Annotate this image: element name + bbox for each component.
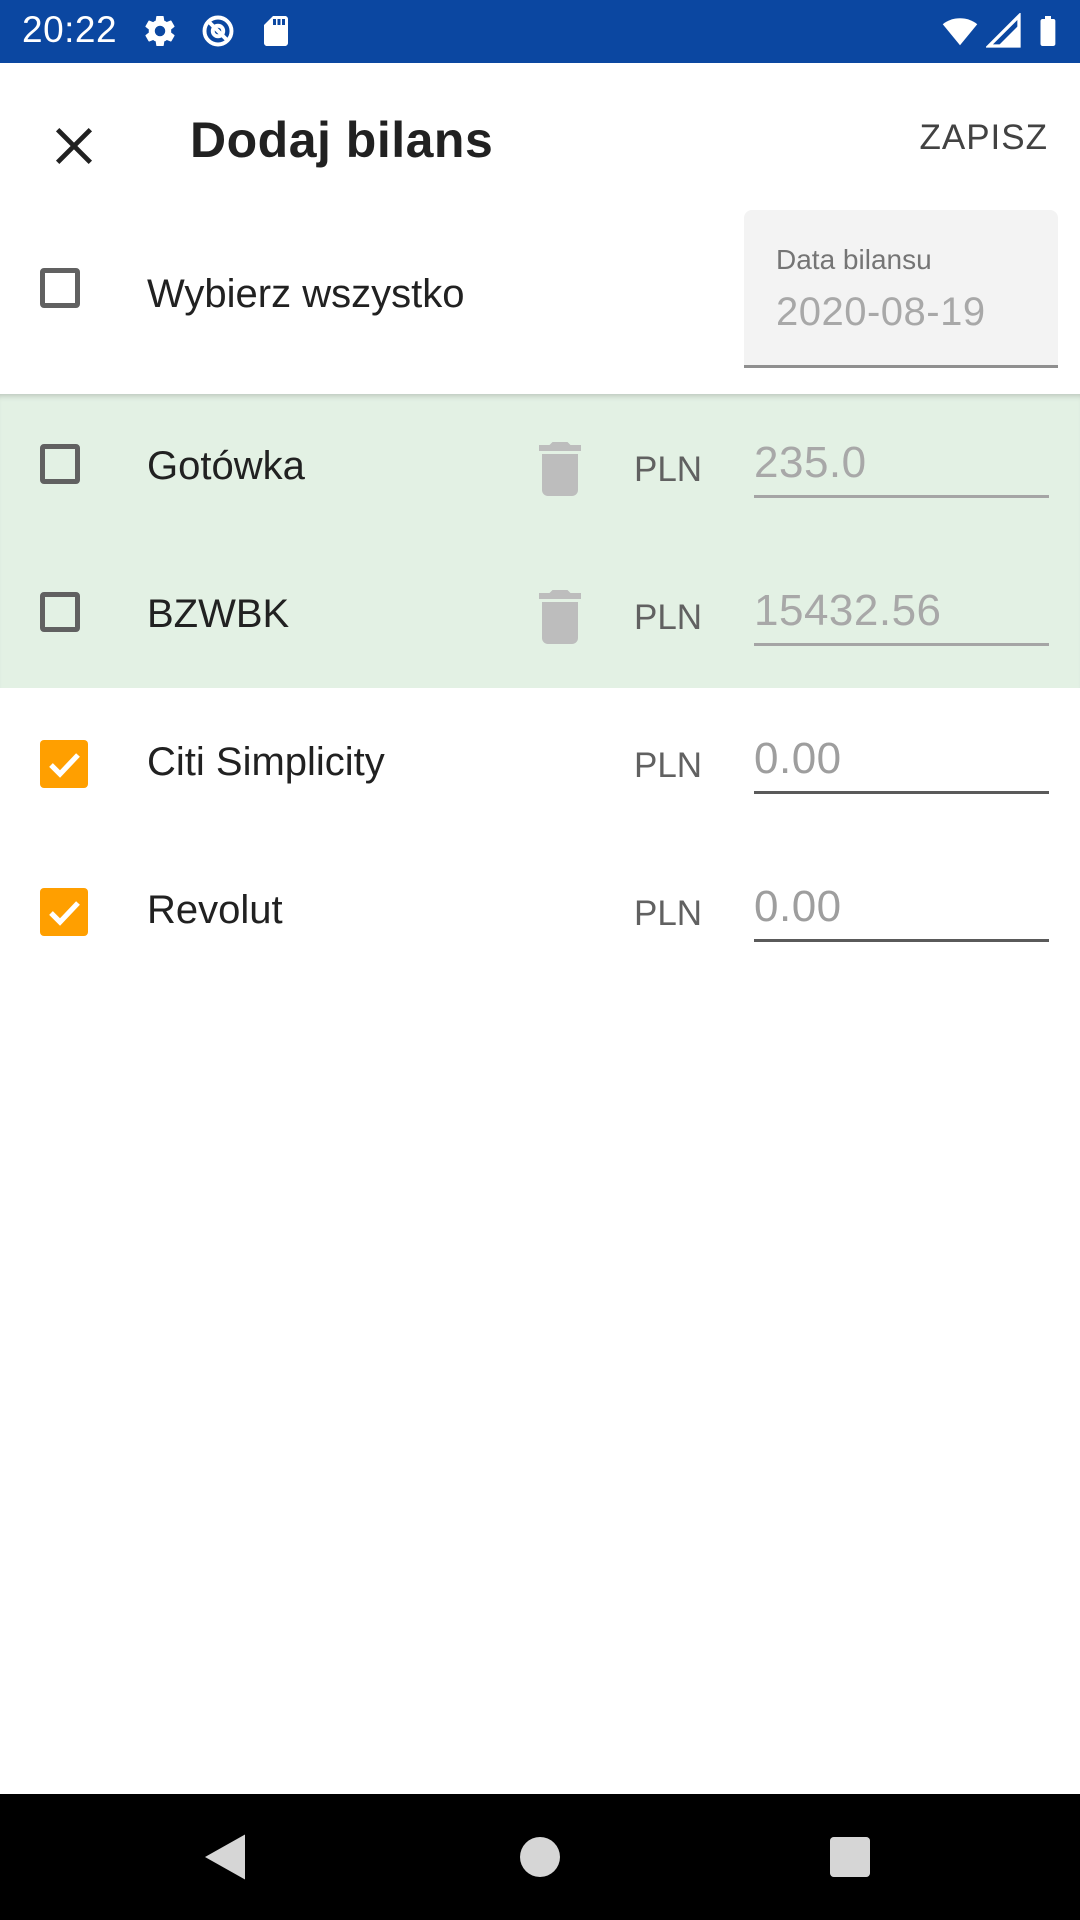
account-amount-value: 0.00 xyxy=(754,882,842,931)
recents-icon[interactable] xyxy=(820,1827,880,1887)
checkmark-icon xyxy=(49,753,80,778)
battery-icon xyxy=(1040,16,1056,46)
account-amount-value: 235.0 xyxy=(754,438,867,487)
account-currency: PLN xyxy=(634,598,703,637)
account-amount-field[interactable]: 15432.56 xyxy=(754,582,1049,646)
balance-date-field[interactable]: Data bilansu 2020-08-19 xyxy=(744,210,1058,368)
select-all-label: Wybierz wszystko xyxy=(147,272,465,316)
account-amount-value: 15432.56 xyxy=(754,586,942,635)
trash-icon[interactable] xyxy=(538,442,582,496)
back-icon[interactable] xyxy=(195,1827,255,1887)
select-all-row: Wybierz wszystko Data bilansu 2020-08-19 xyxy=(0,210,1080,394)
account-checkbox[interactable] xyxy=(40,592,80,632)
account-checkbox[interactable] xyxy=(40,740,88,788)
account-row: Gotówka PLN 235.0 xyxy=(0,394,1080,542)
account-amount-field[interactable]: 235.0 xyxy=(754,434,1049,498)
account-amount-field[interactable]: 0.00 xyxy=(754,878,1049,942)
wifi-icon xyxy=(942,18,978,46)
status-time: 20:22 xyxy=(22,9,118,50)
balance-date-label: Data bilansu xyxy=(776,244,932,275)
balance-date-value: 2020-08-19 xyxy=(776,290,986,334)
account-row: BZWBK PLN 15432.56 xyxy=(0,542,1080,690)
account-name: BZWBK xyxy=(147,592,290,636)
checkmark-icon xyxy=(49,901,80,926)
close-icon xyxy=(55,127,93,165)
account-currency: PLN xyxy=(634,450,703,489)
account-checkbox[interactable] xyxy=(40,888,88,936)
account-name: Revolut xyxy=(147,888,283,932)
gear-icon xyxy=(145,16,175,47)
account-name: Gotówka xyxy=(147,444,305,488)
select-all-checkbox[interactable] xyxy=(40,268,80,308)
account-amount-value: 0.00 xyxy=(754,734,842,783)
sd-card-icon xyxy=(264,16,288,46)
app-bar: Dodaj bilans ZAPISZ xyxy=(0,63,1080,210)
navigation-bar xyxy=(0,1794,1080,1920)
account-currency: PLN xyxy=(634,746,703,785)
vpn-icon xyxy=(202,15,234,47)
home-icon[interactable] xyxy=(510,1827,570,1887)
trash-icon[interactable] xyxy=(538,590,582,644)
account-checkbox[interactable] xyxy=(40,444,80,484)
close-button[interactable] xyxy=(38,110,110,182)
account-row: Revolut PLN 0.00 xyxy=(0,838,1080,986)
signal-icon xyxy=(986,13,1021,48)
page-title: Dodaj bilans xyxy=(190,112,494,168)
account-row: Citi Simplicity PLN 0.00 xyxy=(0,690,1080,838)
status-bar: 20:22 xyxy=(0,0,1080,63)
save-button[interactable]: ZAPISZ xyxy=(919,118,1048,158)
account-name: Citi Simplicity xyxy=(147,740,385,784)
account-currency: PLN xyxy=(634,894,703,933)
account-amount-field[interactable]: 0.00 xyxy=(754,730,1049,794)
